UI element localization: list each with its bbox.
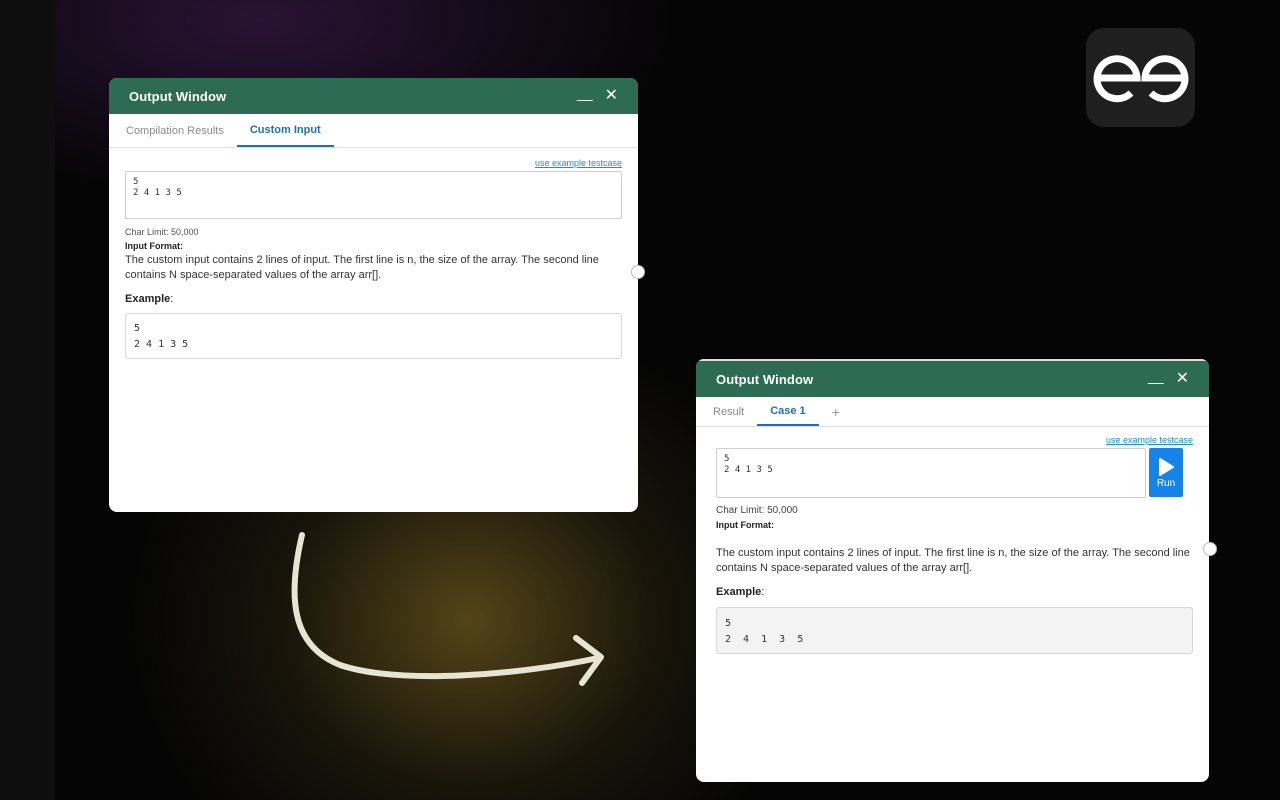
example-label-text: Example xyxy=(125,293,171,305)
example-box: 5 2 4 1 3 5 xyxy=(125,313,622,359)
input-format-description: The custom input contains 2 lines of inp… xyxy=(125,254,599,281)
example-label-colon: : xyxy=(761,586,765,598)
window-top-strip xyxy=(696,359,1209,361)
close-button[interactable]: ✕ xyxy=(605,88,618,104)
tab-result[interactable]: Result xyxy=(700,397,757,426)
use-example-testcase-link[interactable]: use example testcase xyxy=(125,158,622,168)
example-label-colon: : xyxy=(170,293,174,305)
background-band xyxy=(0,0,55,800)
input-format-description: The custom input contains 2 lines of inp… xyxy=(716,547,1190,574)
play-icon xyxy=(1159,457,1174,476)
tab-compilation-results[interactable]: Compilation Results xyxy=(113,114,237,147)
example-label: Example: xyxy=(716,586,1193,598)
window-titlebar: Output Window __ ✕ xyxy=(696,361,1209,397)
custom-input-textarea[interactable]: 5 2 4 1 3 5 xyxy=(125,171,622,219)
gfg-logo-icon xyxy=(1086,28,1195,127)
input-format-label: Input Format: xyxy=(125,241,183,251)
transition-arrow-icon xyxy=(291,532,604,686)
char-limit-text: Char Limit: 50,000 xyxy=(716,505,798,516)
run-button[interactable]: Run xyxy=(1149,448,1183,497)
add-case-button[interactable]: + xyxy=(819,397,853,426)
char-limit-text: Char Limit: 50,000 xyxy=(125,227,199,237)
output-window-new: Output Window __ ✕ Result Case 1 + use e… xyxy=(696,359,1209,782)
output-window-old: Output Window __ ✕ Compilation Results C… xyxy=(109,78,638,512)
tab-bar: Result Case 1 + xyxy=(696,397,1209,427)
input-format-label: Input Format: xyxy=(716,520,774,530)
use-example-testcase-link[interactable]: use example testcase xyxy=(716,435,1193,445)
example-label-text: Example xyxy=(716,586,762,598)
tab-custom-input[interactable]: Custom Input xyxy=(236,114,334,147)
minimize-button[interactable]: __ xyxy=(577,85,593,101)
example-box: 5 2 4 1 3 5 xyxy=(716,607,1193,654)
custom-input-textarea[interactable]: 5 2 4 1 3 5 xyxy=(716,448,1146,498)
window-titlebar: Output Window __ ✕ xyxy=(109,78,638,114)
tab-case-1[interactable]: Case 1 xyxy=(757,397,819,426)
window-title: Output Window xyxy=(716,371,814,387)
scroll-handle[interactable] xyxy=(631,265,645,279)
example-label: Example: xyxy=(125,293,622,305)
window-title: Output Window xyxy=(129,88,227,104)
tab-bar: Compilation Results Custom Input xyxy=(109,114,638,148)
close-button[interactable]: ✕ xyxy=(1176,371,1189,387)
run-button-label: Run xyxy=(1156,477,1176,489)
minimize-button[interactable]: __ xyxy=(1148,368,1164,384)
scroll-handle[interactable] xyxy=(1203,542,1217,556)
